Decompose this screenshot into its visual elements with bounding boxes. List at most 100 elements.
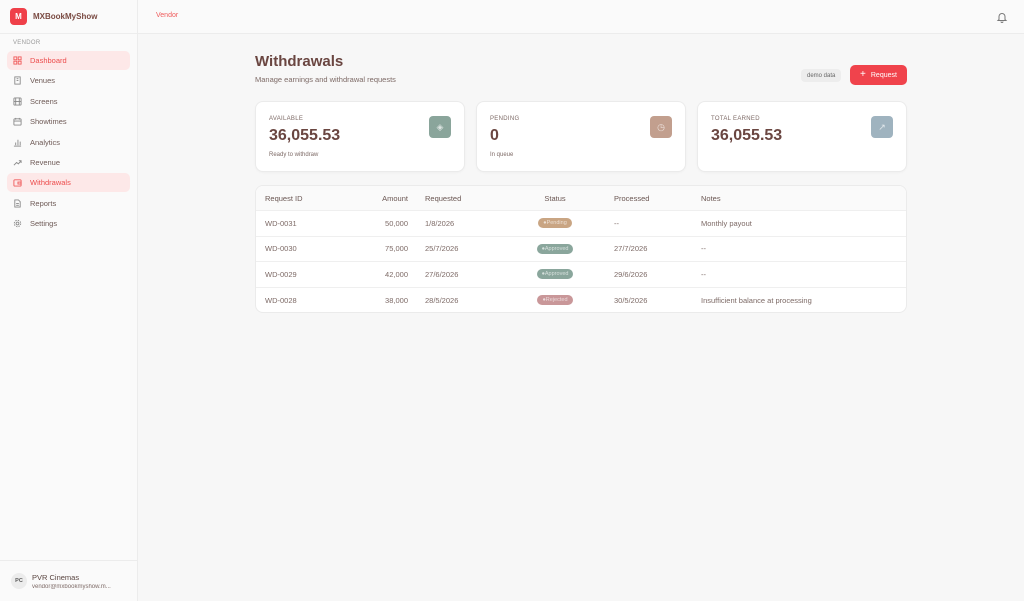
calendar-icon [13,117,22,126]
stat-value: 0 [490,127,499,144]
sidebar-item-label: Reports [30,198,57,208]
stat-label: PENDING [490,116,520,122]
request-id-cell: WD-0031 [265,218,297,228]
amount-cell: 50,000 [385,218,408,228]
stat-value: 36,055.53 [711,127,783,144]
sidebar-item-label: Revenue [30,157,61,167]
column-header-request-id[interactable]: Request ID [265,186,303,210]
user-email: vendor@mxbookmyshow.m... [32,583,111,590]
page-title: Withdrawals [255,53,344,70]
grid-icon [13,56,22,65]
film-icon [13,97,22,106]
column-header-processed[interactable]: Processed [614,186,649,210]
brand[interactable]: M MXBookMyShow [0,0,137,34]
stat-card-total-earned: TOTAL EARNED 36,055.53 ↗ [697,101,907,172]
notes-cell: Monthly payout [701,218,752,228]
notes-cell: -- [701,244,706,254]
status-cell: ● Approved [511,237,599,262]
table-row[interactable]: WD-0031 50,000 1/8/2026 ● Pending -- Mon… [256,211,906,237]
status-badge: ● Pending [538,218,572,229]
sidebar-item-dashboard[interactable]: Dashboard [7,51,130,70]
status-badge: ● Approved [536,269,574,280]
sidebar-item-analytics[interactable]: Analytics [7,133,130,152]
topbar: Vendor [138,0,1024,34]
request-id-cell: WD-0030 [265,244,297,254]
user-name: PVR Cinemas [32,572,80,582]
brand-name[interactable]: MXBookMyShow [33,12,97,21]
amount-cell: 75,000 [385,244,408,254]
sidebar-item-withdrawals[interactable]: Withdrawals [7,173,130,193]
processed-cell: 30/5/2026 [614,295,648,305]
sidebar-item-label: Venues [30,76,56,86]
stat-sub: In queue [490,152,514,158]
table-row[interactable]: WD-0030 75,000 25/7/2026 ● Approved 27/7… [256,237,906,262]
processed-cell: -- [614,218,619,228]
status-cell: ● Rejected [511,288,599,313]
brand-logo[interactable]: M [10,8,27,25]
sidebar-item-venues[interactable]: Venues [7,71,130,90]
status-badge: ● Approved [536,243,574,254]
request-id-cell: WD-0029 [265,269,297,279]
amount-cell: 38,000 [385,295,408,305]
stat-label: AVAILABLE [269,116,304,122]
stat-sub: Ready to withdraw [269,152,319,158]
request-button-label: Request [870,71,897,79]
notes-cell: -- [701,269,706,279]
notes-cell: Insufficient balance at processing [701,295,812,305]
sidebar-item-showtimes[interactable]: Showtimes [7,112,130,131]
sidebar-item-label: Settings [30,219,58,229]
status-cell: ● Pending [511,211,599,236]
requested-cell: 27/6/2026 [425,269,459,279]
avatar: PC [11,573,27,589]
column-header-notes[interactable]: Notes [701,186,721,210]
sidebar: M MXBookMyShow VENDOR Dashboard Venues S… [0,0,138,601]
stat-value: 36,055.53 [269,127,341,144]
demo-data-badge: demo data [801,69,842,82]
table-row[interactable]: WD-0028 38,000 28/5/2026 ● Rejected 30/5… [256,288,906,313]
status-badge: ● Rejected [537,295,573,306]
requested-cell: 1/8/2026 [425,218,455,228]
stat-card-available: AVAILABLE 36,055.53 Ready to withdraw ◈ [255,101,465,172]
column-header-requested[interactable]: Requested [425,186,461,210]
sidebar-item-label: Showtimes [30,117,67,127]
processed-cell: 27/7/2026 [614,244,648,254]
sidebar-item-label: Screens [30,96,58,106]
table-header-row: Request ID Amount Requested Status Proce… [256,186,906,211]
requested-cell: 25/7/2026 [425,244,459,254]
request-button[interactable]: + Request [850,65,907,85]
trending-up-icon [13,158,22,167]
request-id-cell: WD-0028 [265,295,297,305]
sidebar-item-revenue[interactable]: Revenue [7,153,130,172]
column-header-amount[interactable]: Amount [356,186,408,210]
withdrawals-table: Request ID Amount Requested Status Proce… [255,185,907,313]
stat-card-pending: PENDING 0 In queue ◷ [476,101,686,172]
sidebar-item-label: Withdrawals [30,178,71,188]
column-header-status[interactable]: Status [511,186,599,210]
table-row[interactable]: WD-0029 42,000 27/6/2026 ● Approved 29/6… [256,262,906,288]
wallet-icon [13,178,22,187]
plus-icon: + [860,69,866,80]
gear-icon [13,219,22,228]
building-icon [13,76,22,85]
file-icon [13,199,22,208]
breadcrumb[interactable]: Vendor [156,12,178,19]
stat-label: TOTAL EARNED [711,116,760,122]
wallet-icon: ◈ [429,116,451,138]
sidebar-nav: Dashboard Venues Screens Showtimes Analy… [0,51,137,233]
clock-icon: ◷ [650,116,672,138]
status-cell: ● Approved [511,262,599,287]
bar-chart-icon [13,138,22,147]
page-subtitle: Manage earnings and withdrawal requests [255,75,396,84]
amount-cell: 42,000 [385,269,408,279]
sidebar-item-screens[interactable]: Screens [7,92,130,111]
requested-cell: 28/5/2026 [425,295,459,305]
sidebar-item-reports[interactable]: Reports [7,194,130,213]
trending-up-icon: ↗ [871,116,893,138]
sidebar-item-settings[interactable]: Settings [7,214,130,233]
sidebar-section-label: VENDOR [13,40,41,46]
sidebar-item-label: Dashboard [30,56,67,65]
sidebar-item-label: Analytics [30,137,61,147]
processed-cell: 29/6/2026 [614,269,648,279]
bell-icon[interactable] [996,11,1008,23]
user-profile[interactable]: PC PVR Cinemas vendor@mxbookmyshow.m... [0,560,138,601]
